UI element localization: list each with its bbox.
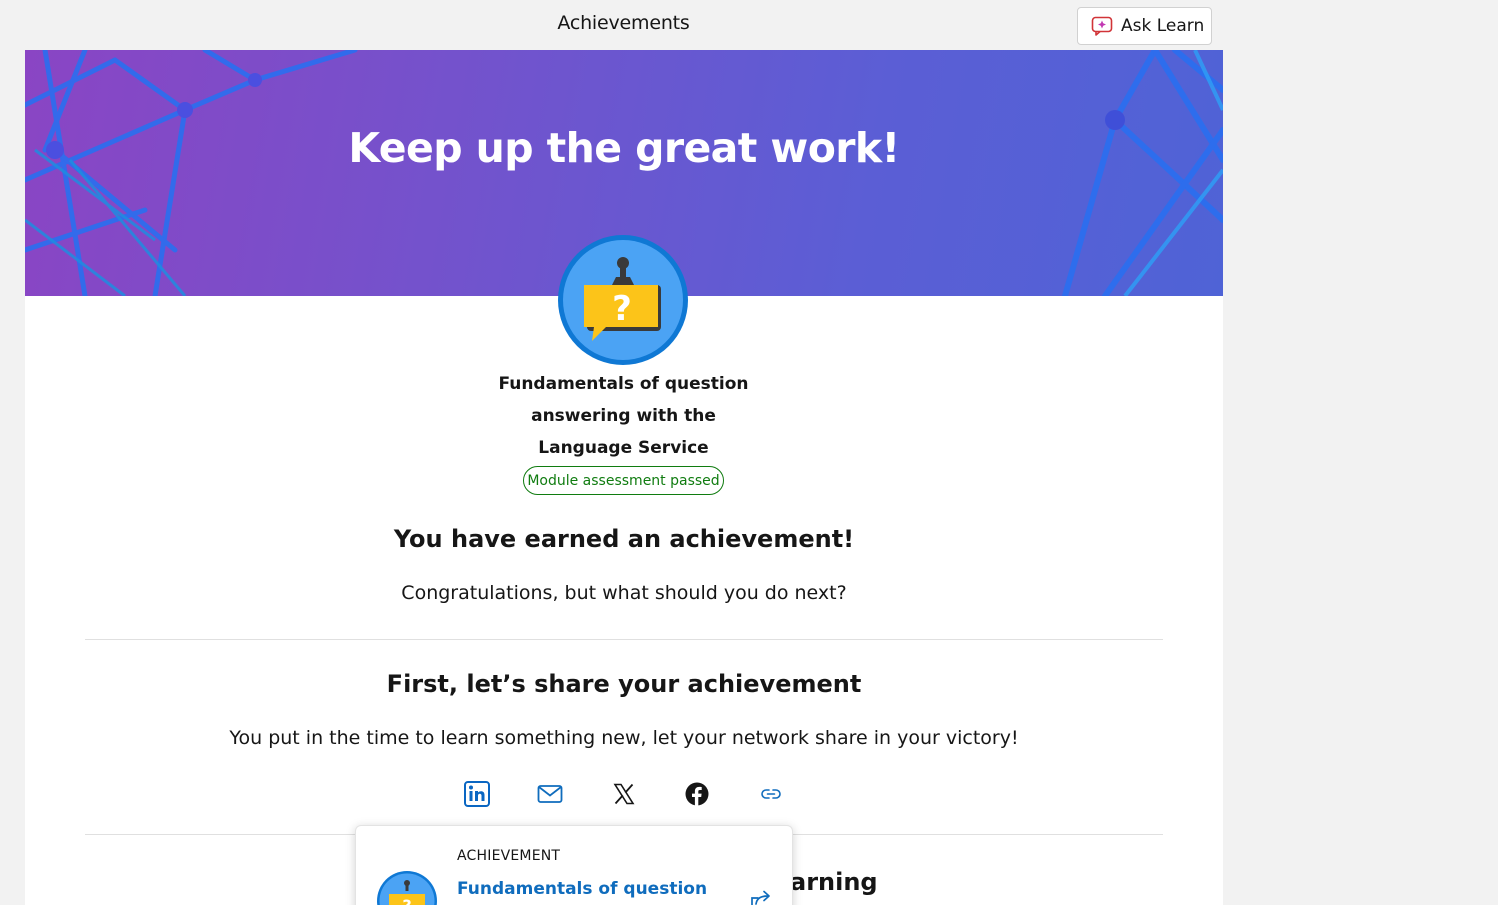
status-badge: Module assessment passed	[523, 466, 724, 495]
ask-learn-label: Ask Learn	[1121, 16, 1205, 36]
popup-badge: ?	[376, 870, 438, 905]
achievement-popup: ? ACHIEVEMENT Fundamentals of question	[355, 825, 793, 905]
share-email-button[interactable]	[536, 780, 564, 808]
ask-learn-button[interactable]: Ask Learn	[1077, 7, 1212, 45]
share-x-button[interactable]	[610, 780, 638, 808]
top-bar: Achievements Ask Learn	[0, 0, 1498, 50]
linkedin-icon	[464, 781, 490, 807]
share-facebook-button[interactable]	[683, 780, 711, 808]
earned-subtitle: Congratulations, but what should you do …	[401, 582, 847, 604]
share-linkedin-button[interactable]	[463, 780, 491, 808]
achievement-badge: ?	[556, 233, 690, 367]
module-name: Fundamentals of question answering with …	[498, 374, 749, 458]
achievement-card: Keep up the great work! ? Fundamentals o…	[25, 50, 1223, 905]
divider	[85, 639, 1163, 640]
popup-share-button[interactable]	[749, 886, 773, 905]
sparkle-chat-icon	[1091, 16, 1113, 36]
share-buttons	[25, 780, 1223, 808]
copy-link-button[interactable]	[757, 780, 785, 808]
x-icon	[613, 783, 635, 805]
share-heading: First, let’s share your achievement	[386, 670, 862, 698]
link-icon	[761, 789, 781, 799]
svg-text:?: ?	[612, 289, 632, 329]
earned-heading: You have earned an achievement!	[393, 525, 855, 553]
question-speech-bubble-icon: ?	[558, 235, 688, 365]
question-speech-bubble-icon: ?	[377, 871, 437, 905]
next-section-heading-text: arning	[790, 868, 878, 896]
email-icon	[537, 785, 563, 803]
page-title: Achievements	[557, 12, 690, 34]
hero-title: Keep up the great work!	[348, 124, 900, 172]
share-arrow-icon	[751, 890, 770, 905]
share-description: You put in the time to learn something n…	[229, 727, 1019, 749]
facebook-icon	[685, 782, 709, 806]
popup-type-label: ACHIEVEMENT	[457, 848, 561, 864]
popup-achievement-link[interactable]: Fundamentals of question	[457, 879, 707, 899]
svg-text:?: ?	[402, 896, 411, 905]
